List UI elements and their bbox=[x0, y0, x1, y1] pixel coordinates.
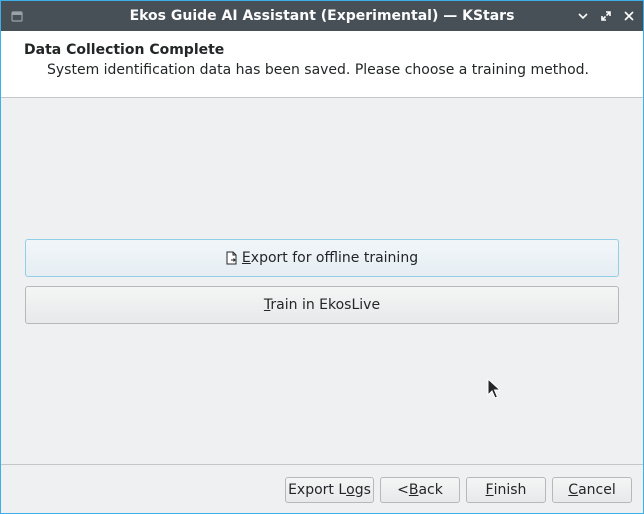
export-logs-button[interactable]: Export Lo gs bbox=[285, 477, 374, 503]
maximize-button[interactable] bbox=[600, 10, 612, 22]
cancel-button[interactable]: Cancel bbox=[552, 477, 632, 503]
train-ekoslive-label: Train in EkosLive bbox=[263, 297, 381, 313]
wizard-header: Data Collection Complete System identifi… bbox=[1, 31, 643, 98]
maximize-icon bbox=[601, 11, 611, 21]
close-icon bbox=[624, 11, 634, 21]
back-button[interactable]: < Back bbox=[380, 477, 460, 503]
finish-button[interactable]: Finish bbox=[466, 477, 546, 503]
window-title: Ekos Guide AI Assistant (Experimental) —… bbox=[129, 8, 515, 24]
dialog-window: Ekos Guide AI Assistant (Experimental) —… bbox=[0, 0, 644, 514]
export-offline-training-label: Export for offline training bbox=[241, 250, 419, 266]
close-button[interactable] bbox=[623, 10, 635, 22]
title-bar[interactable]: Ekos Guide AI Assistant (Experimental) —… bbox=[1, 1, 643, 31]
chevron-down-icon bbox=[578, 13, 588, 20]
page-title: Data Collection Complete bbox=[24, 42, 225, 58]
mouse-pointer-icon bbox=[487, 377, 502, 404]
minimize-button[interactable] bbox=[577, 10, 589, 22]
document-export-icon bbox=[226, 251, 238, 265]
footer-divider bbox=[1, 464, 643, 465]
page-subtitle: System identification data has been save… bbox=[47, 62, 590, 78]
export-offline-training-button[interactable]: Export for offline training bbox=[25, 239, 619, 277]
train-ekoslive-button[interactable]: Train in EkosLive bbox=[25, 286, 619, 324]
